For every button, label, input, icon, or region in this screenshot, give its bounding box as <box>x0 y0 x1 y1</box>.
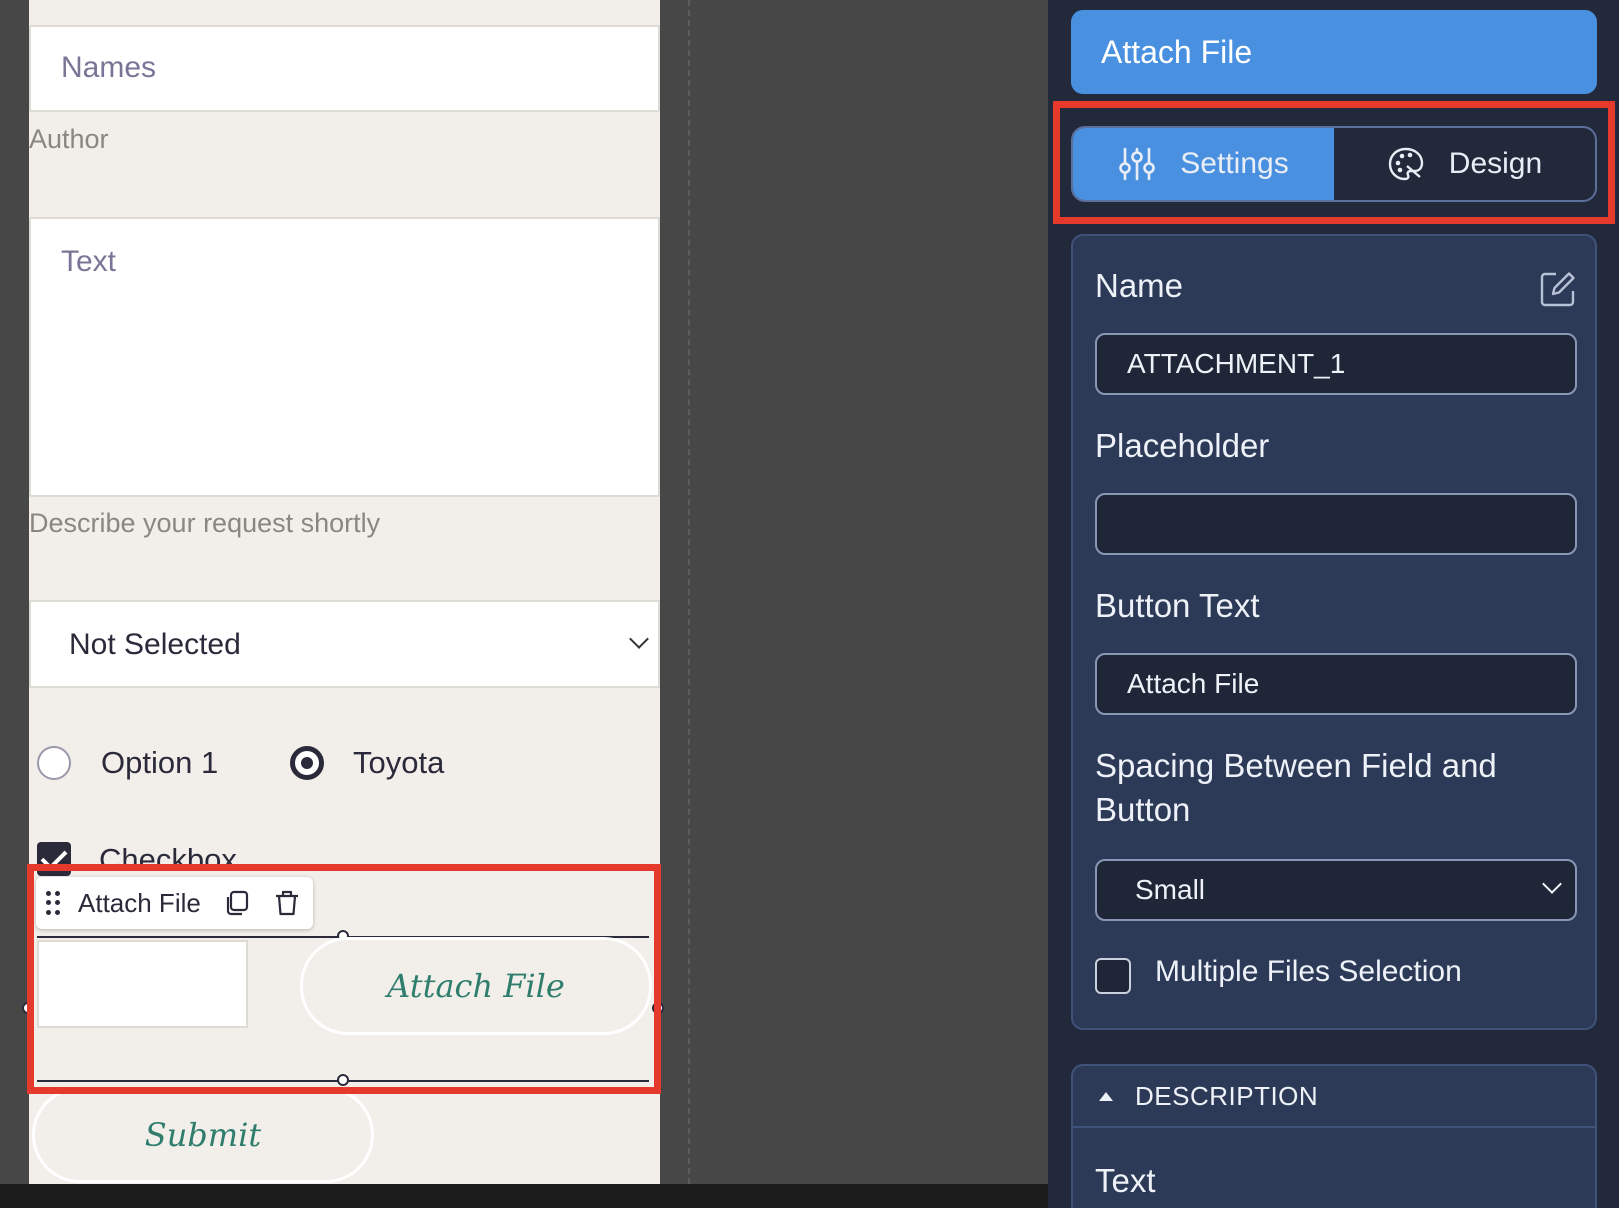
description-section: DESCRIPTION Text <box>1071 1064 1597 1208</box>
description-text-label: Text <box>1095 1162 1156 1199</box>
radio-toyota[interactable] <box>290 746 324 780</box>
names-placeholder: Names <box>61 51 157 84</box>
text-placeholder: Text <box>61 245 117 278</box>
dropdown-select[interactable]: Not Selected <box>29 600 660 688</box>
spacing-select-value: Small <box>1135 874 1206 905</box>
placeholder-input[interactable] <box>1095 493 1577 555</box>
button-text-label: Button Text <box>1095 587 1260 624</box>
canvas-workspace: Names Author Text Describe your request … <box>0 0 1048 1208</box>
placeholder-label: Placeholder <box>1095 427 1270 464</box>
properties-panel: Attach File Settings Design Name ATTACHM… <box>1048 0 1619 1208</box>
spacing-select[interactable]: Small <box>1095 859 1577 921</box>
collapse-triangle-icon <box>1099 1091 1113 1101</box>
button-text-input-value: Attach File <box>1127 668 1260 699</box>
multiple-files-checkbox[interactable] <box>1095 958 1131 994</box>
panel-title: Attach File <box>1071 10 1597 94</box>
name-input[interactable]: ATTACHMENT_1 <box>1095 333 1577 395</box>
chevron-down-icon <box>629 629 649 649</box>
bottom-bar <box>0 1184 1048 1208</box>
description-header[interactable]: DESCRIPTION <box>1073 1066 1595 1128</box>
button-text-input[interactable]: Attach File <box>1095 653 1577 715</box>
select-value: Not Selected <box>69 628 241 661</box>
text-area[interactable]: Text <box>29 217 660 497</box>
text-help-text: Describe your request shortly <box>29 508 381 538</box>
description-heading: DESCRIPTION <box>1135 1080 1319 1111</box>
submit-button[interactable]: Submit <box>32 1087 374 1183</box>
spacing-label: Spacing Between Field and Button <box>1095 747 1497 828</box>
highlight-frame-tabs <box>1053 101 1615 224</box>
radio-toyota-label: Toyota <box>353 745 445 780</box>
highlight-frame-element <box>27 864 661 1094</box>
multiple-files-label: Multiple Files Selection <box>1155 955 1462 988</box>
radio-option-1[interactable] <box>37 746 71 780</box>
chevron-down-icon <box>1542 874 1562 894</box>
name-label: Name <box>1095 267 1184 304</box>
name-input-value: ATTACHMENT_1 <box>1127 348 1346 379</box>
settings-card: Name ATTACHMENT_1 Placeholder Button Tex… <box>1071 234 1597 1030</box>
submit-button-label: Submit <box>144 1116 262 1154</box>
radio-option-1-label: Option 1 <box>101 745 219 780</box>
canvas-guide-line <box>688 0 690 1184</box>
author-help-text: Author <box>29 124 109 154</box>
names-input[interactable]: Names <box>29 25 660 112</box>
edit-icon[interactable] <box>1539 270 1577 308</box>
